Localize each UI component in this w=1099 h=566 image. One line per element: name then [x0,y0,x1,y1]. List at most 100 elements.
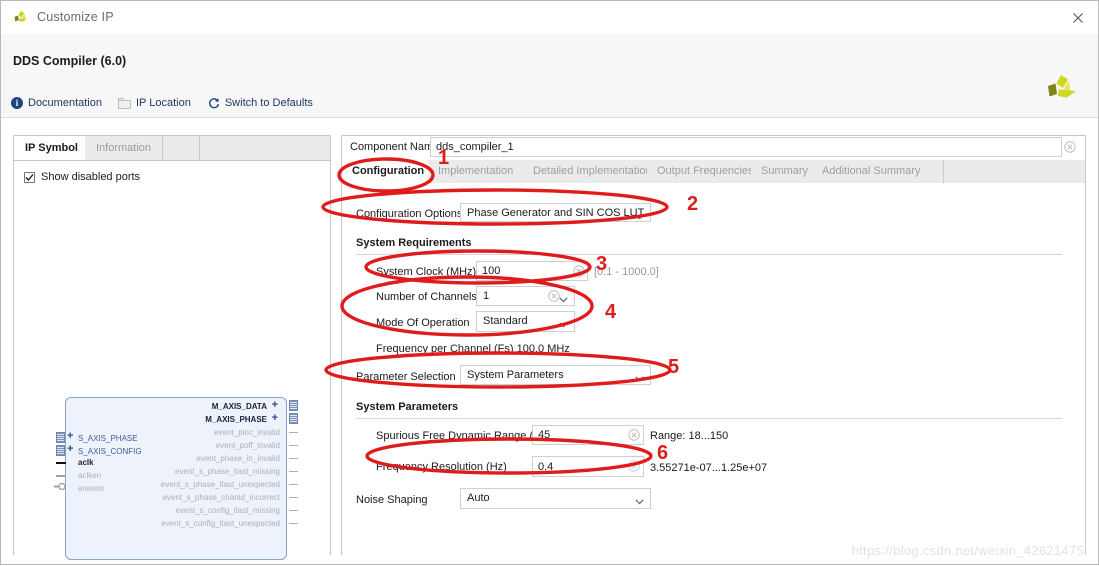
noise-shaping-combo[interactable]: Auto [460,488,651,509]
noise-shaping-value: Auto [467,492,490,504]
component-name-label: Component Name [350,141,440,153]
pin-line-icon [289,510,298,511]
port-event-phase-in-invalid: event_phase_in_invalid [196,454,280,463]
xilinx-brand-logo-icon [1046,74,1078,104]
bus-pin-icon [56,445,65,456]
ip-title: DDS Compiler (6.0) [13,54,127,68]
ip-symbol-panel: IP Symbol Information Show disabled port… [13,135,331,560]
port-event-s-config-tlast-unexpected: event_s_config_tlast_unexpected [161,519,280,528]
port-event-s-phase-tlast-missing: event_s_phase_tlast_missing [175,467,280,476]
parameter-selection-label: Parameter Selection [356,371,456,383]
ip-symbol-diagram: + S_AXIS_PHASE + S_AXIS_CONFIG aclk aclk… [52,397,302,562]
header-toolbar: i Documentation IP Location Switch to De… [11,94,329,112]
tab-detailed-implementation-label: Detailed Implementation [533,165,652,177]
bus-pin-icon [289,413,298,424]
pin-line-icon [289,497,298,498]
tab-output-frequencies[interactable]: Output Frequencies [647,160,765,183]
clear-icon[interactable] [628,429,640,441]
mode-of-operation-value: Standard [483,315,528,327]
component-name-row: Component Name [342,136,1085,159]
port-event-s-phase-chanid-incorrect: event_s_phase_chanid_incorrect [162,493,280,502]
port-event-s-config-tlast-missing: event_s_config_tlast_missing [175,506,280,515]
chevron-down-icon [635,211,644,223]
system-requirements-title: System Requirements [356,237,472,249]
clear-icon[interactable] [573,265,585,277]
ip-location-link[interactable]: IP Location [118,97,191,109]
pin-line-icon [56,475,65,477]
expand-plus-icon[interactable]: + [67,430,73,442]
close-icon[interactable] [1067,7,1089,29]
configuration-tabstrip: Configuration Implementation Detailed Im… [342,160,1085,184]
bus-pin-icon [289,400,298,411]
port-event-s-phase-tlast-unexpected: event_s_phase_tlast_unexpected [160,480,280,489]
inverted-pin-icon [54,482,66,491]
mode-of-operation-label: Mode Of Operation [376,317,470,329]
xilinx-logo-icon [12,9,30,27]
clear-icon[interactable] [1064,141,1076,153]
tab-information-label: Information [96,142,152,154]
mode-of-operation-combo[interactable]: Standard [476,311,575,332]
tab-ip-symbol-label: IP Symbol [25,142,78,154]
component-name-input[interactable] [430,137,1062,157]
frequency-resolution-label: Frequency Resolution (Hz) [376,461,507,473]
expand-plus-icon[interactable]: + [272,399,278,411]
system-parameters-divider [356,418,1062,419]
system-clock-input[interactable] [476,261,588,281]
tab-summary-label: Summary [761,165,809,177]
tab-summary[interactable]: Summary [751,160,820,183]
number-of-channels-value: 1 [483,290,490,302]
ip-location-label: IP Location [136,97,191,109]
system-parameters-title: System Parameters [356,401,459,413]
ip-header: DDS Compiler (6.0) i Documentation IP Lo… [1,34,1098,118]
tab-ip-symbol[interactable]: IP Symbol [14,136,90,160]
switch-to-defaults-link[interactable]: Switch to Defaults [207,97,313,110]
tab-additional-summary-label: Additional Summary [822,165,921,177]
ip-symbol-canvas: Show disabled ports + S_AXIS_PHASE + S_A… [14,161,330,560]
configuration-options-value: Phase Generator and SIN COS LUT [467,207,645,219]
expand-plus-icon[interactable]: + [272,412,278,424]
port-event-pinc-invalid: event_pinc_invalid [214,428,280,437]
left-panel-tabstrip: IP Symbol Information [14,136,330,161]
configuration-options-combo[interactable]: Phase Generator and SIN COS LUT [460,203,651,222]
show-disabled-ports-checkbox[interactable]: Show disabled ports [24,171,140,183]
noise-shaping-label: Noise Shaping [356,494,428,506]
documentation-label: Documentation [28,97,102,109]
pin-line-icon [289,471,298,472]
clear-icon[interactable] [548,290,560,302]
clear-icon[interactable] [628,460,640,472]
number-of-channels-label: Number of Channels [376,291,477,303]
chevron-down-icon [559,294,568,306]
tab-output-frequencies-label: Output Frequencies [657,165,754,177]
tab-information[interactable]: Information [85,136,164,160]
tab-implementation[interactable]: Implementation [428,160,525,183]
documentation-link[interactable]: i Documentation [11,97,102,109]
port-event-poff-invalid: event_poff_invalid [215,441,280,450]
number-of-channels-combo[interactable]: 1 [476,286,575,306]
parameter-selection-combo[interactable]: System Parameters [460,365,651,385]
sfdr-label: Spurious Free Dynamic Range (dB) [376,430,551,442]
pin-line-icon [289,523,298,524]
chevron-down-icon [635,496,644,508]
show-disabled-ports-label: Show disabled ports [41,171,141,183]
watermark: https://blog.csdn.net/weixin_42621475 [851,543,1084,558]
expand-plus-icon[interactable]: + [67,443,73,455]
parameter-selection-value: System Parameters [467,369,564,381]
port-m-axis-data: M_AXIS_DATA [211,402,267,411]
port-s-axis-phase: S_AXIS_PHASE [78,434,138,443]
pin-line-icon [289,458,298,459]
sfdr-range: Range: 18...150 [650,430,729,442]
system-clock-range: [0.1 - 1000.0] [594,266,659,278]
pin-line-icon [289,432,298,433]
port-aresetn: aresetn [78,484,105,493]
tab-additional-summary[interactable]: Additional Summary [812,160,932,183]
chevron-down-icon [635,373,644,385]
checkbox-box [24,171,35,183]
configuration-options-label: Configuration Options [356,208,463,220]
title-bar: Customize IP [1,1,1098,35]
tab-detailed-implementation[interactable]: Detailed Implementation [523,160,663,183]
port-m-axis-phase: M_AXIS_PHASE [205,415,267,424]
pin-line-icon [56,462,66,464]
refresh-icon [207,97,220,110]
customize-ip-window: Customize IP DDS Compiler (6.0) i Docume… [0,0,1099,565]
tab-configuration[interactable]: Configuration [342,160,436,183]
